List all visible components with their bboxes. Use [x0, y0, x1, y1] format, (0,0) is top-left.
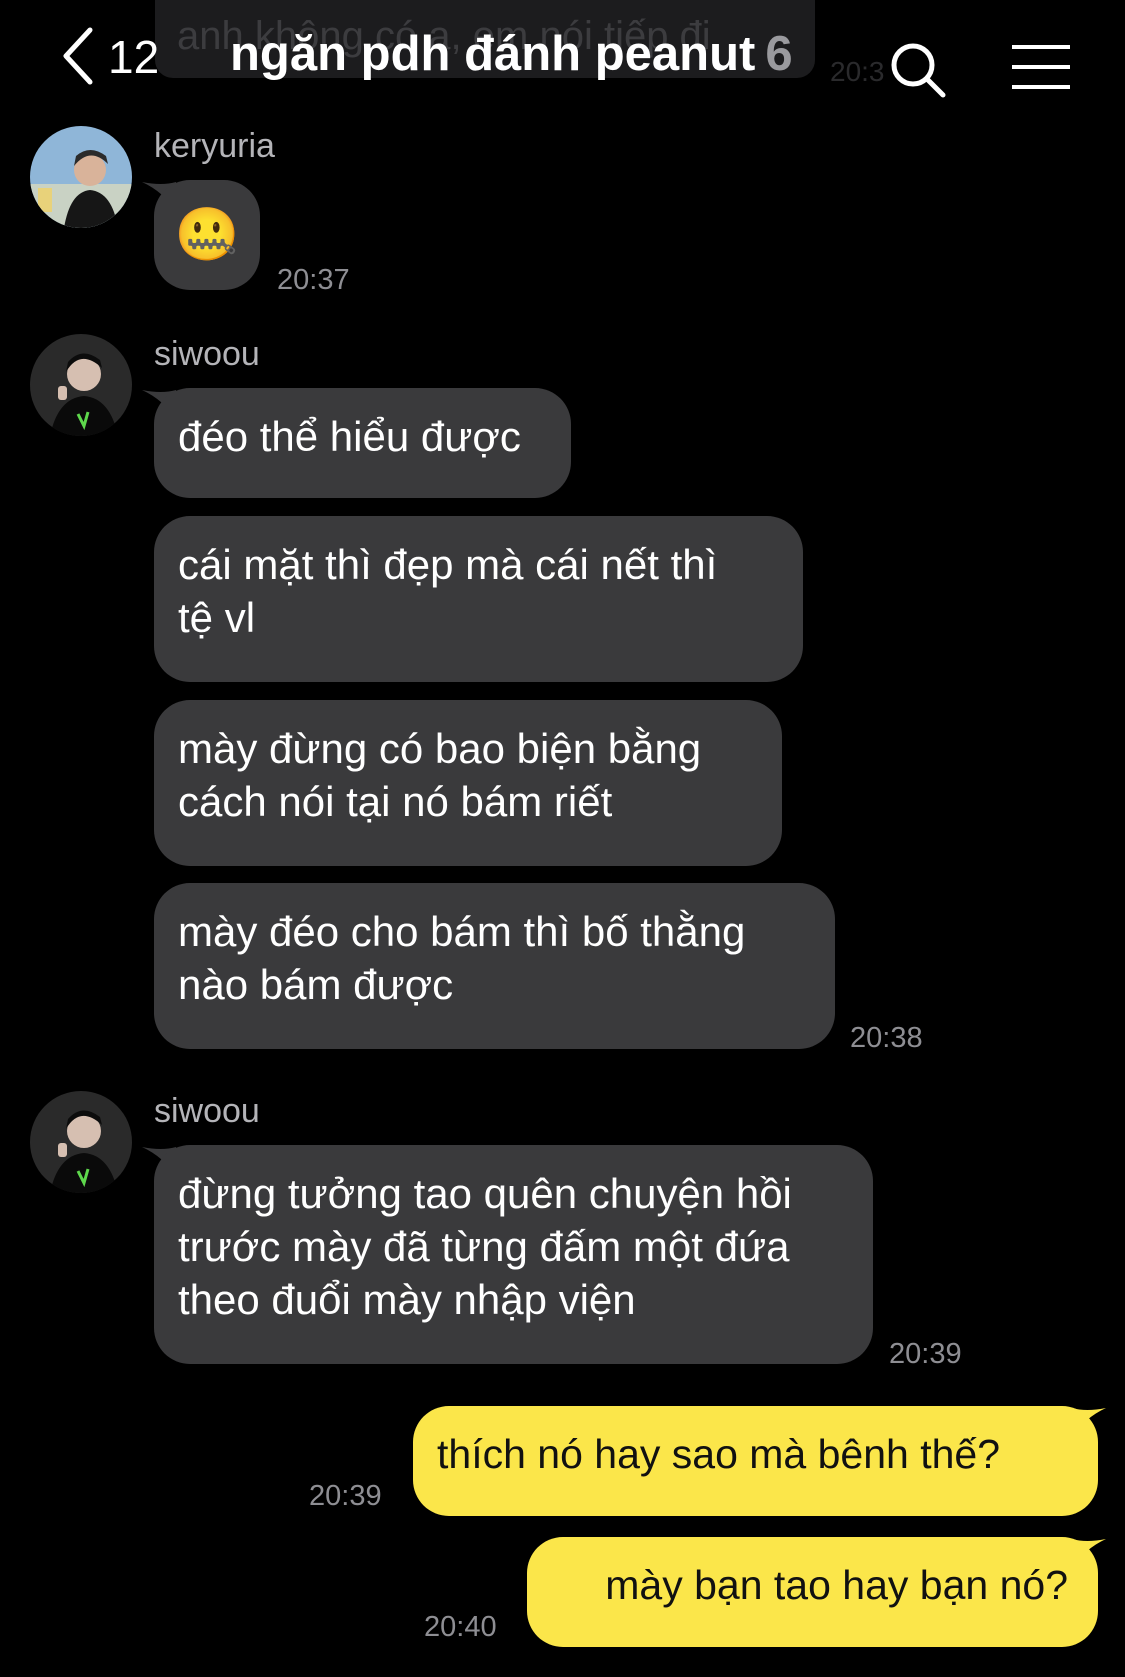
- message-time: 20:40: [424, 1611, 497, 1643]
- message-time: 20:39: [309, 1480, 382, 1512]
- message-bubble[interactable]: đéo thể hiểu được: [154, 388, 571, 498]
- sender-name: siwoou: [154, 335, 260, 373]
- message-bubble[interactable]: mày đừng có bao biện bằng cách nói tại n…: [154, 700, 782, 866]
- message-time: 20:38: [850, 1022, 923, 1054]
- search-icon[interactable]: [888, 40, 948, 100]
- emoji-message[interactable]: 🤐: [154, 180, 260, 290]
- sender-name: keryuria: [154, 127, 275, 165]
- chat-header: 12 ngăn pdh đánh peanut 6: [0, 0, 1125, 115]
- message-bubble[interactable]: đừng tưởng tao quên chuyện hồi trước mày…: [154, 1145, 873, 1364]
- avatar-siwoou[interactable]: [30, 334, 132, 436]
- sender-name: siwoou: [154, 1092, 260, 1130]
- outgoing-message-bubble[interactable]: mày bạn tao hay bạn nó?: [527, 1537, 1098, 1647]
- chat-title[interactable]: ngăn pdh đánh peanut 6: [230, 26, 793, 82]
- avatar-siwoou[interactable]: [30, 1091, 132, 1193]
- message-time: 20:37: [277, 264, 350, 296]
- member-count: 6: [765, 27, 793, 81]
- hamburger-menu-icon[interactable]: [1010, 44, 1072, 90]
- outgoing-message-bubble[interactable]: thích nó hay sao mà bênh thế?: [413, 1406, 1098, 1516]
- message-bubble[interactable]: cái mặt thì đẹp mà cái nết thì tệ vl: [154, 516, 803, 682]
- message-time: 20:39: [889, 1338, 962, 1370]
- avatar-keryuria[interactable]: [30, 126, 132, 228]
- unread-count[interactable]: 12: [108, 30, 159, 84]
- message-bubble[interactable]: mày đéo cho bám thì bố thằng nào bám đượ…: [154, 883, 835, 1049]
- chat-title-text: ngăn pdh đánh peanut: [230, 27, 756, 81]
